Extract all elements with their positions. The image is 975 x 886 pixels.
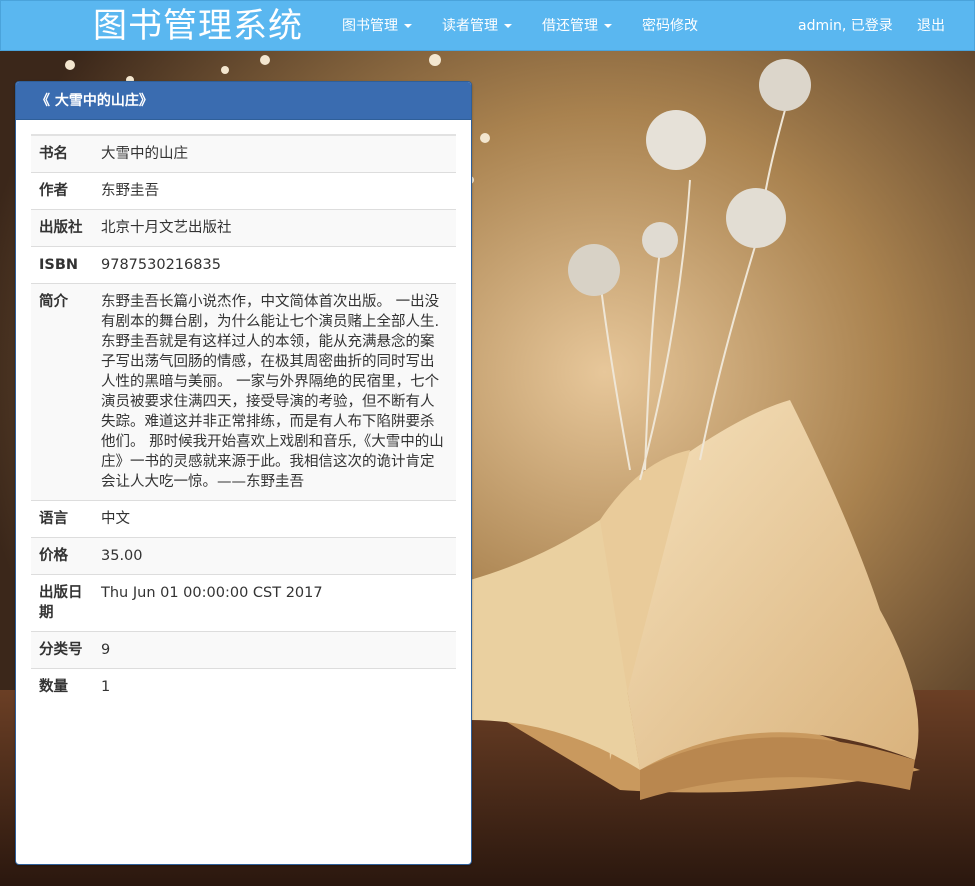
book-detail-table: 书名 大雪中的山庄 作者 东野圭吾 出版社 北京十月文艺出版社 ISBN 978… [31, 134, 456, 705]
row-value: 35.00 [95, 537, 456, 575]
nav-change-password[interactable]: 密码修改 [642, 1, 698, 52]
row-value: 中文 [95, 500, 456, 538]
table-row: 语言 中文 [31, 500, 456, 538]
row-value: 大雪中的山庄 [95, 135, 456, 173]
row-key: 出版日期 [31, 574, 95, 632]
caret-down-icon [604, 24, 612, 28]
row-value: 北京十月文艺出版社 [95, 209, 456, 247]
row-key: 语言 [31, 500, 95, 538]
book-detail-panel: 《 大雪中的山庄》 书名 大雪中的山庄 作者 东野圭吾 出版社 北京十月文艺出版… [15, 81, 472, 865]
panel-title: 《 大雪中的山庄》 [16, 82, 471, 120]
nav-change-password-label: 密码修改 [642, 18, 698, 34]
caret-down-icon [404, 24, 412, 28]
row-key: ISBN [31, 246, 95, 284]
table-row: 分类号 9 [31, 631, 456, 669]
table-row: 价格 35.00 [31, 537, 456, 575]
caret-down-icon [504, 24, 512, 28]
nav-borrow-return[interactable]: 借还管理 [542, 1, 612, 52]
table-row: 作者 东野圭吾 [31, 172, 456, 210]
table-row: ISBN 9787530216835 [31, 246, 456, 284]
row-value: 9 [95, 631, 456, 669]
row-key: 价格 [31, 537, 95, 575]
row-key: 数量 [31, 668, 95, 705]
brand-title[interactable]: 图书管理系统 [93, 5, 303, 47]
panel-body: 书名 大雪中的山庄 作者 东野圭吾 出版社 北京十月文艺出版社 ISBN 978… [16, 120, 471, 705]
logout-link[interactable]: 退出 [917, 1, 945, 52]
nav-borrow-return-label: 借还管理 [542, 18, 598, 34]
row-value: 东野圭吾 [95, 172, 456, 210]
nav-book-management[interactable]: 图书管理 [342, 1, 412, 52]
table-row: 书名 大雪中的山庄 [31, 135, 456, 173]
table-row: 数量 1 [31, 668, 456, 705]
table-row: 简介 东野圭吾长篇小说杰作，中文简体首次出版。 一出没有剧本的舞台剧，为什么能让… [31, 283, 456, 501]
navbar: 图书管理系统 图书管理 读者管理 借还管理 密码修改 admin, 已登录 退出 [0, 0, 975, 51]
row-value: 9787530216835 [95, 246, 456, 284]
nav-reader-management-label: 读者管理 [442, 18, 498, 34]
row-key: 简介 [31, 283, 95, 501]
row-value: 东野圭吾长篇小说杰作，中文简体首次出版。 一出没有剧本的舞台剧，为什么能让七个演… [95, 283, 456, 501]
row-key: 书名 [31, 135, 95, 173]
row-key: 作者 [31, 172, 95, 210]
row-key: 分类号 [31, 631, 95, 669]
nav-book-management-label: 图书管理 [342, 18, 398, 34]
row-key: 出版社 [31, 209, 95, 247]
nav-reader-management[interactable]: 读者管理 [442, 1, 512, 52]
user-status[interactable]: admin, 已登录 [798, 1, 893, 52]
row-value: 1 [95, 668, 456, 705]
table-row: 出版社 北京十月文艺出版社 [31, 209, 456, 247]
row-value: Thu Jun 01 00:00:00 CST 2017 [95, 574, 456, 632]
table-row: 出版日期 Thu Jun 01 00:00:00 CST 2017 [31, 574, 456, 632]
